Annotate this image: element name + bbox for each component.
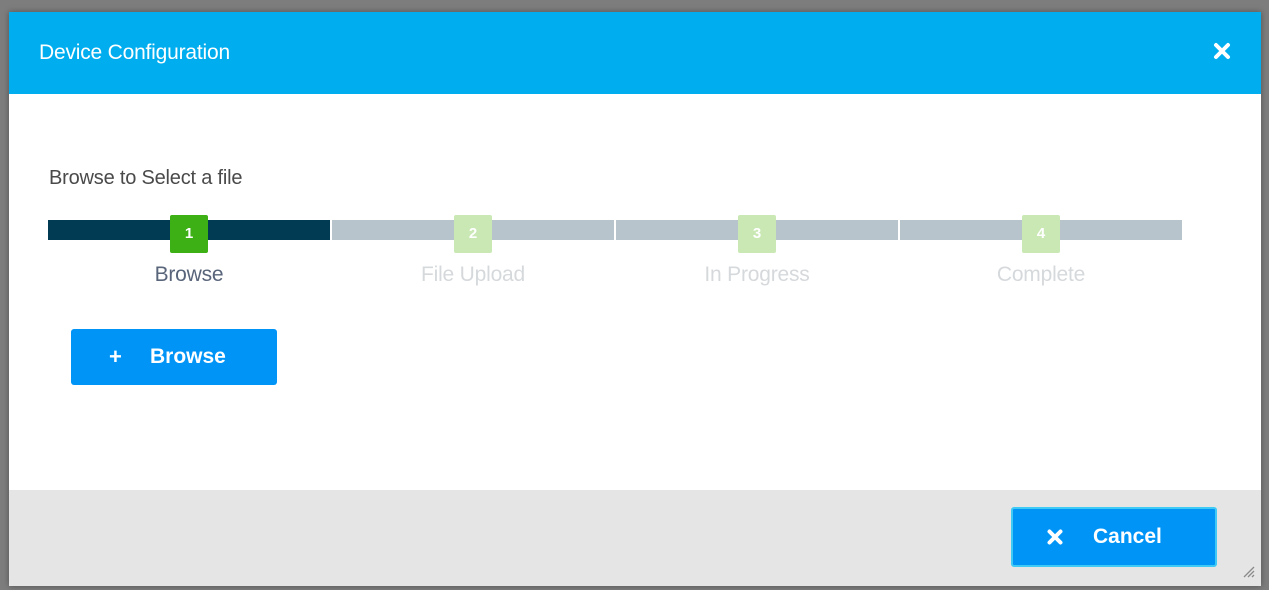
step-number-badge: 2 — [454, 215, 492, 253]
cancel-button-label: Cancel — [1093, 525, 1162, 548]
close-icon — [1046, 528, 1064, 546]
step-label: In Progress — [704, 263, 810, 286]
step-number-badge: 1 — [170, 215, 208, 253]
step-in-progress: 3 In Progress — [616, 215, 898, 305]
plus-icon: + — [109, 344, 122, 369]
resize-grip-icon[interactable] — [1239, 562, 1255, 578]
instruction-text: Browse to Select a file — [49, 167, 243, 189]
step-complete: 4 Complete — [900, 215, 1182, 305]
step-file-upload: 2 File Upload — [332, 215, 614, 305]
step-browse: 1 Browse — [48, 215, 330, 305]
cancel-button[interactable]: Cancel — [1011, 507, 1217, 567]
dialog-body: Browse to Select a file 1 Browse 2 File … — [9, 94, 1261, 490]
device-configuration-dialog: Device Configuration Browse to Select a … — [9, 12, 1261, 586]
close-icon[interactable] — [1211, 40, 1233, 62]
step-label: Browse — [154, 263, 224, 286]
dialog-header: Device Configuration — [9, 12, 1261, 94]
browse-button-label: Browse — [150, 345, 226, 368]
step-label: File Upload — [420, 263, 526, 286]
step-number-badge: 3 — [738, 215, 776, 253]
step-number-badge: 4 — [1022, 215, 1060, 253]
step-label: Complete — [996, 263, 1086, 286]
dialog-title: Device Configuration — [39, 41, 230, 64]
browse-button[interactable]: + Browse — [71, 329, 277, 385]
upload-stepper: 1 Browse 2 File Upload 3 In Progress 4 C… — [48, 215, 1184, 305]
dialog-footer: Cancel — [9, 490, 1261, 586]
